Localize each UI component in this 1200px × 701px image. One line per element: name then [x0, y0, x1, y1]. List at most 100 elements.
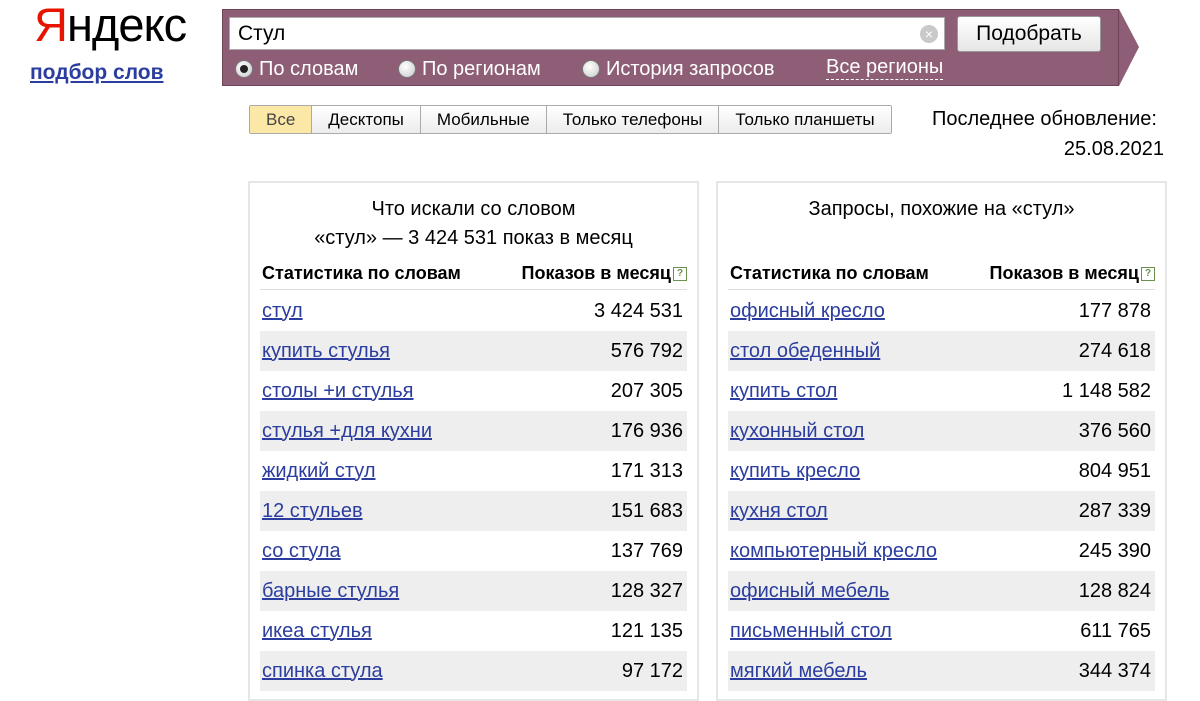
keyword-link[interactable]: столы +и стулья — [262, 380, 414, 403]
table-row: стул 3 424 531 — [260, 291, 687, 331]
keyword-link[interactable]: кухонный стол — [730, 420, 864, 443]
radio-selected-icon[interactable] — [235, 60, 253, 78]
keyword-link[interactable]: кухня стол — [730, 500, 828, 523]
keyword-link[interactable]: письменный стол — [730, 620, 892, 643]
panel-title: Запросы, похожие на «стул» — [718, 195, 1165, 224]
table-row: купить кресло 804 951 — [728, 451, 1155, 491]
service-link[interactable]: подбор слов — [30, 61, 164, 85]
table-row: 12 стульев 151 683 — [260, 491, 687, 531]
help-icon[interactable]: ? — [673, 266, 687, 281]
column-header-words: Статистика по словам — [262, 263, 461, 283]
impressions-count: 151 683 — [610, 499, 683, 522]
keyword-link[interactable]: стул — [262, 300, 303, 323]
radio-icon[interactable] — [398, 60, 416, 78]
tab-desktop[interactable]: Десктопы — [312, 106, 421, 133]
yandex-logo[interactable]: Яндекс — [34, 0, 187, 51]
table-row: мягкий мебель 344 374 — [728, 651, 1155, 691]
table-row: со стула 137 769 — [260, 531, 687, 571]
impressions-count: 274 618 — [1078, 339, 1151, 362]
mode-label: По регионам — [422, 57, 541, 80]
impressions-count: 177 878 — [1078, 299, 1151, 322]
search-input[interactable]: Стул — [229, 17, 945, 50]
impressions-count: 176 936 — [610, 419, 683, 442]
keyword-link[interactable]: офисный кресло — [730, 300, 885, 323]
similar-queries-list: офисный кресло 177 878 стол обеденный 274 … — [728, 291, 1155, 691]
column-header-count: Показов в месяц ? — [522, 263, 687, 284]
help-icon[interactable]: ? — [1141, 266, 1155, 281]
mode-radio-regions[interactable]: По регионам — [398, 56, 541, 82]
submit-button[interactable]: Подобрать — [957, 16, 1101, 52]
column-header-count-label: Показов в месяц — [989, 263, 1139, 283]
tab-mobile[interactable]: Мобильные — [420, 106, 547, 133]
keyword-link[interactable]: купить стол — [730, 380, 837, 403]
keyword-link[interactable]: офисный мебель — [730, 580, 889, 603]
impressions-count: 128 327 — [610, 579, 683, 602]
keyword-link[interactable]: компьютерный кресло — [730, 540, 937, 563]
search-panel-arrow — [1119, 9, 1139, 86]
table-row: столы +и стулья 207 305 — [260, 371, 687, 411]
keyword-link[interactable]: жидкий стул — [262, 460, 376, 483]
table-row: компьютерный кресло 245 390 — [728, 531, 1155, 571]
clear-icon[interactable]: × — [920, 25, 938, 43]
impressions-count: 171 313 — [610, 459, 683, 482]
column-header-words: Статистика по словам — [730, 263, 929, 283]
keyword-link[interactable]: икеа стулья — [262, 620, 372, 643]
keyword-link[interactable]: барные стулья — [262, 580, 399, 603]
impressions-count: 1 148 582 — [1062, 379, 1151, 402]
table-row: купить стулья 576 792 — [260, 331, 687, 371]
device-tabs: Все Десктопы Мобильные Только телефоны Т… — [249, 105, 892, 134]
table-row: стулья +для кухни 176 936 — [260, 411, 687, 451]
keyword-link[interactable]: 12 стульев — [262, 500, 363, 523]
header-divider — [260, 289, 687, 290]
panel-title: Что искали со словом «стул» — 3 424 531 … — [250, 195, 697, 253]
impressions-count: 207 305 — [610, 379, 683, 402]
impressions-count: 376 560 — [1078, 419, 1151, 442]
table-row: спинка стула 97 172 — [260, 651, 687, 691]
column-header-count: Показов в месяц ? — [990, 263, 1155, 284]
panel-title-line1: Запросы, похожие на «стул» — [808, 198, 1075, 220]
last-update-label: Последнее обновление: — [932, 108, 1157, 130]
table-row: купить стол 1 148 582 — [728, 371, 1155, 411]
impressions-count: 576 792 — [610, 339, 683, 362]
keyword-link[interactable]: стол обеденный — [730, 340, 880, 363]
keyword-link[interactable]: стулья +для кухни — [262, 420, 432, 443]
keyword-link[interactable]: спинка стула — [262, 660, 383, 683]
impressions-count: 3 424 531 — [594, 299, 683, 322]
impressions-count: 804 951 — [1078, 459, 1151, 482]
impressions-count: 245 390 — [1078, 539, 1151, 562]
table-row: барные стулья 128 327 — [260, 571, 687, 611]
keyword-link[interactable]: со стула — [262, 540, 341, 563]
impressions-count: 121 135 — [610, 619, 683, 642]
table-row: кухня стол 287 339 — [728, 491, 1155, 531]
keyword-link[interactable]: купить стулья — [262, 340, 390, 363]
mode-label: По словам — [259, 57, 359, 80]
table-row: кухонный стол 376 560 — [728, 411, 1155, 451]
impressions-count: 97 172 — [621, 659, 683, 682]
table-row: жидкий стул 171 313 — [260, 451, 687, 491]
mode-label: История запросов — [606, 57, 775, 80]
logo-rest: ндекс — [66, 0, 187, 51]
tab-phones-only[interactable]: Только телефоны — [546, 106, 720, 133]
column-header-count-label: Показов в месяц — [521, 263, 671, 283]
last-update-date: 25.08.2021 — [1063, 138, 1164, 160]
impressions-count: 611 765 — [1080, 619, 1151, 642]
table-row: офисный кресло 177 878 — [728, 291, 1155, 331]
table-row: стол обеденный 274 618 — [728, 331, 1155, 371]
all-regions-link[interactable]: Все регионы — [826, 56, 944, 80]
similar-queries-panel: Запросы, похожие на «стул» Статистика по… — [716, 181, 1167, 701]
keyword-link[interactable]: купить кресло — [730, 460, 860, 483]
logo-first-letter: Я — [34, 0, 68, 51]
header-divider — [728, 289, 1155, 290]
panel-title-line2: «стул» — 3 424 531 показ в месяц — [314, 227, 633, 249]
impressions-count: 137 769 — [610, 539, 683, 562]
tab-tablets-only[interactable]: Только планшеты — [719, 106, 891, 133]
word-stats-panel: Что искали со словом «стул» — 3 424 531 … — [248, 181, 699, 701]
mode-radio-history[interactable]: История запросов — [582, 56, 774, 82]
mode-radio-words[interactable]: По словам — [235, 56, 358, 82]
impressions-count: 287 339 — [1078, 499, 1151, 522]
radio-icon[interactable] — [582, 60, 600, 78]
word-stats-list: стул 3 424 531 купить стулья 576 792 столы… — [260, 291, 687, 691]
keyword-link[interactable]: мягкий мебель — [730, 660, 867, 683]
tab-all[interactable]: Все — [250, 106, 313, 133]
table-row: офисный мебель 128 824 — [728, 571, 1155, 611]
